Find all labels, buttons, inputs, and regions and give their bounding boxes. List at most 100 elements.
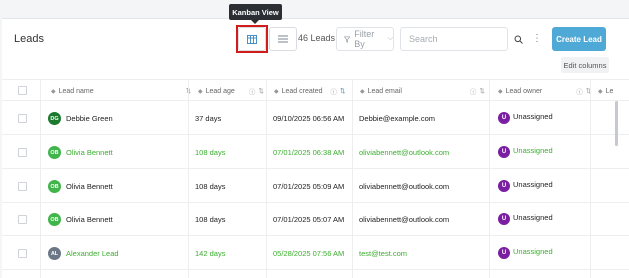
lead-avatar: OB [48,180,61,193]
avatar-initials: OB [50,216,59,223]
column-header-lead-name[interactable]: ◆ Lead name ⇅ [51,80,191,102]
owner-avatar: U [498,213,510,225]
filter-by-dropdown[interactable]: Filter By ⌵ [336,27,394,51]
table-header: ◆ Lead name ⇅ ◆ Lead age ⓘ ⇅ ◆ Lead crea… [2,79,629,101]
app-frame: Leads 46 Leads Filter By ⌵ ⋮ Create Lead [0,0,629,278]
lead-created: 09/10/2025 06:56 AM [273,113,345,123]
avatar-initials: AL [50,250,59,257]
column-label: Lead age [205,87,235,95]
funnel-icon [344,35,351,43]
owner-initial: U [501,115,507,121]
column-label: Lead owner [505,87,543,95]
lead-age: 37 days [195,113,222,123]
lead-email[interactable]: oliviabennett@outlook.com [359,135,449,169]
lead-name[interactable]: Alexander Lead [66,236,119,270]
info-icon: ⓘ [469,89,477,96]
search-input[interactable] [400,27,508,51]
select-all-checkbox[interactable] [18,86,27,95]
lead-email[interactable]: test@test.com [359,236,407,270]
sort-icon[interactable]: ⇅ [479,87,484,95]
avatar-initials: OB [50,183,59,190]
owner-initial: U [501,183,507,189]
column-label: Le [605,87,614,95]
page-title: Leads [14,33,44,45]
list-view-button[interactable] [269,27,297,51]
lead-created: 05/28/2025 07:56 AM [273,248,345,258]
drag-handle-icon: ◆ [498,88,503,95]
owner-avatar: U [498,146,510,158]
filter-by-label: Filter By [354,29,375,49]
column-header-truncated[interactable]: ◆ Le [598,80,613,102]
table-row[interactable]: OB Olivia Bennett 108 days 07/01/2025 05:07… [2,202,629,236]
row-checkbox[interactable] [18,114,27,123]
lead-name[interactable]: Olivia Bennett [66,169,113,203]
lead-email[interactable]: oliviabennett@outlook.com [359,169,449,203]
column-label: Lead name [58,87,94,95]
lead-age: 108 days [195,181,226,191]
lead-avatar: OB [48,146,61,159]
avatar-initials: OB [50,149,59,156]
owner-initial: U [501,149,507,155]
row-checkbox[interactable] [18,215,27,224]
lead-owner[interactable]: Unassigned [513,99,553,133]
row-checkbox[interactable] [18,182,27,191]
lead-email[interactable]: oliviabennett@outlook.com [359,202,449,236]
owner-initial: U [501,250,507,256]
lead-created: 07/01/2025 05:07 AM [273,214,345,224]
owner-avatar: U [498,180,510,192]
lead-name[interactable]: Debbie Green [66,101,113,135]
table-row[interactable]: AL Alexander Lead 142 days 05/28/2025 07:56… [2,236,629,270]
table-row[interactable]: OB Olivia Bennett 108 days 07/01/2025 05:09… [2,169,629,203]
top-strip [0,0,629,18]
sort-icon[interactable]: ⇅ [340,87,345,95]
owner-avatar: U [498,112,510,124]
row-checkbox[interactable] [18,249,27,258]
lead-avatar: DG [48,112,61,125]
sort-icon[interactable]: ⇅ [258,87,263,95]
lead-name[interactable]: Olivia Bennett [66,202,113,236]
row-checkbox[interactable] [18,148,27,157]
leads-count: 46 Leads [298,33,336,43]
owner-avatar: U [498,247,510,259]
lead-owner[interactable]: Unassigned [513,167,553,201]
lead-name[interactable]: Olivia Bennett [66,135,113,169]
edit-columns-button[interactable]: Edit columns [561,57,609,73]
create-lead-button[interactable]: Create Lead [552,27,606,51]
chevron-down-icon: ⌵ [387,35,393,42]
drag-handle-icon: ◆ [360,88,365,95]
lead-age: 142 days [195,248,226,258]
lead-owner[interactable]: Unassigned [513,133,553,167]
column-label: Lead created [281,87,323,95]
lead-email[interactable]: Debbie@example.com [359,101,435,135]
lead-age: 108 days [195,214,226,224]
column-header-lead-email[interactable]: ◆ Lead email ⓘ ⇅ [360,80,485,102]
column-header-lead-age[interactable]: ◆ Lead age ⓘ ⇅ [198,80,264,102]
drag-handle-icon: ◆ [51,88,56,95]
drag-handle-icon: ◆ [274,88,279,95]
lead-created: 07/01/2025 06:38 AM [273,147,345,157]
kanban-view-tooltip: Kanban View [229,4,282,24]
avatar-initials: DG [50,115,59,122]
owner-initial: U [501,216,507,222]
table-row[interactable]: DG Debbie Green 37 days 09/10/2025 06:56 AM… [2,101,629,135]
info-icon: ⓘ [248,89,256,96]
drag-handle-icon: ◆ [198,88,203,95]
more-options-icon[interactable]: ⋮ [532,33,542,44]
lead-owner[interactable]: Unassigned [513,234,553,268]
table-row[interactable]: OB Olivia Bennett 108 days 07/01/2025 06:38… [2,135,629,169]
lead-created: 07/01/2025 05:09 AM [273,181,345,191]
info-icon: ⓘ [330,89,338,96]
column-header-lead-created[interactable]: ◆ Lead created ⓘ ⇅ [274,80,345,102]
column-label: Lead email [367,87,402,95]
search-button[interactable] [508,27,528,51]
kanban-highlight-box [236,25,268,53]
info-icon: ⓘ [576,89,583,96]
search-icon [514,35,523,44]
lead-owner[interactable]: Unassigned [513,200,553,234]
lead-age: 108 days [195,147,226,157]
lead-avatar: OB [48,213,61,226]
drag-handle-icon: ◆ [598,88,603,95]
vertical-scrollbar[interactable] [615,101,618,146]
lead-avatar: AL [48,247,61,260]
list-view-icon [278,35,288,43]
